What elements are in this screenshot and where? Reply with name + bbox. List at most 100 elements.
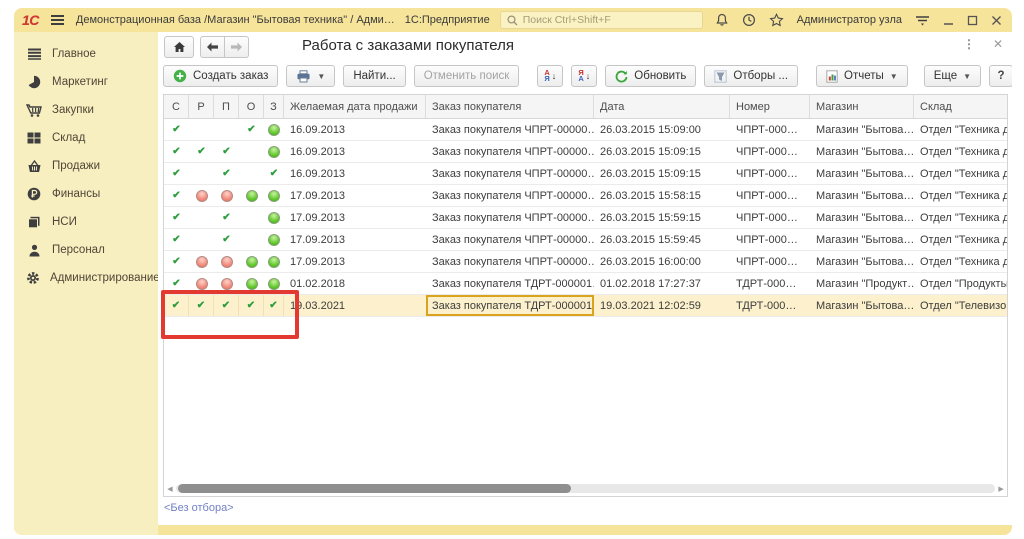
create-order-button[interactable]: Создать заказ (163, 65, 278, 87)
status-cell[interactable] (189, 207, 214, 228)
status-cell[interactable]: ✔ (164, 141, 189, 162)
cell-number[interactable]: ЧПРТ-000… (730, 185, 810, 206)
cell-desired_date[interactable]: 17.09.2013 (284, 185, 426, 206)
status-cell[interactable] (239, 163, 264, 184)
cell-store[interactable]: Магазин "Бытова… (810, 163, 914, 184)
reports-button[interactable]: Отчеты▼ (816, 65, 908, 87)
bell-icon[interactable] (715, 13, 729, 27)
history-icon[interactable] (742, 13, 756, 27)
cell-number[interactable]: ЧПРТ-000… (730, 207, 810, 228)
sidebar-item-8[interactable]: Персонал (14, 236, 158, 264)
status-cell[interactable]: ✔ (164, 273, 189, 294)
cell-number[interactable]: ТДРТ-000… (730, 273, 810, 294)
find-button[interactable]: Найти... (343, 65, 405, 87)
cell-store[interactable]: Магазин "Бытова… (810, 119, 914, 140)
cell-desired_date[interactable]: 01.02.2018 (284, 273, 426, 294)
column-header-7[interactable]: Заказ покупателя (426, 95, 594, 118)
status-cell[interactable] (189, 119, 214, 140)
status-cell[interactable]: ✔ (239, 295, 264, 316)
cell-desired_date[interactable]: 17.09.2013 (284, 229, 426, 250)
cell-desired_date[interactable]: 17.09.2013 (284, 251, 426, 272)
print-button[interactable]: ▼ (286, 65, 335, 87)
status-cell[interactable]: ✔ (214, 207, 239, 228)
cell-store[interactable]: Магазин "Бытова… (810, 141, 914, 162)
cell-warehouse[interactable]: Отдел "Техника д (914, 163, 1007, 184)
cell-order[interactable]: Заказ покупателя ЧПРТ-00000… (426, 251, 594, 272)
scrollbar-track[interactable] (176, 484, 995, 493)
forward-button[interactable] (224, 36, 249, 58)
status-cell[interactable]: ✔ (214, 163, 239, 184)
global-search-input[interactable]: Поиск Ctrl+Shift+F (500, 11, 703, 29)
sidebar-item-9[interactable]: Администрирование (14, 264, 158, 292)
cell-order[interactable]: Заказ покупателя ЧПРТ-00000… (426, 185, 594, 206)
cell-order[interactable]: Заказ покупателя ТДРТ-000001… (426, 295, 594, 316)
status-cell[interactable] (264, 119, 284, 140)
cell-store[interactable]: Магазин "Продукт… (810, 273, 914, 294)
cell-order[interactable]: Заказ покупателя ЧПРТ-00000… (426, 163, 594, 184)
cell-date[interactable]: 26.03.2015 15:09:15 (594, 163, 730, 184)
cell-date[interactable]: 19.03.2021 12:02:59 (594, 295, 730, 316)
table-row[interactable]: ✔✔16.09.2013Заказ покупателя ЧПРТ-00000…… (164, 119, 1007, 141)
status-cell[interactable] (264, 141, 284, 162)
sidebar-item-6[interactable]: Финансы (14, 180, 158, 208)
main-menu-icon[interactable] (49, 13, 66, 27)
status-cell[interactable]: ✔ (264, 163, 284, 184)
status-cell[interactable]: ✔ (264, 295, 284, 316)
status-cell[interactable] (189, 229, 214, 250)
cell-date[interactable]: 01.02.2018 17:27:37 (594, 273, 730, 294)
table-row[interactable]: ✔17.09.2013Заказ покупателя ЧПРТ-00000…2… (164, 251, 1007, 273)
sidebar-item-5[interactable]: Продажи (14, 152, 158, 180)
status-cell[interactable]: ✔ (164, 163, 189, 184)
status-cell[interactable] (189, 273, 214, 294)
cell-date[interactable]: 26.03.2015 15:09:15 (594, 141, 730, 162)
sidebar-item-7[interactable]: НСИ (14, 208, 158, 236)
table-row[interactable]: ✔✔✔✔✔19.03.2021Заказ покупателя ТДРТ-000… (164, 295, 1007, 317)
table-row[interactable]: ✔01.02.2018Заказ покупателя ТДРТ-000001…… (164, 273, 1007, 295)
status-cell[interactable]: ✔ (214, 141, 239, 162)
home-button[interactable] (164, 36, 194, 58)
cell-number[interactable]: ТДРТ-000… (730, 295, 810, 316)
cell-warehouse[interactable]: Отдел "Техника д (914, 229, 1007, 250)
column-header-3[interactable]: П (214, 95, 239, 118)
cell-warehouse[interactable]: Отдел "Продукты (914, 273, 1007, 294)
cell-number[interactable]: ЧПРТ-000… (730, 141, 810, 162)
cell-warehouse[interactable]: Отдел "Техника д (914, 185, 1007, 206)
column-header-1[interactable]: С (164, 95, 189, 118)
status-cell[interactable] (214, 185, 239, 206)
sidebar-item-2[interactable]: Маркетинг (14, 68, 158, 96)
status-cell[interactable] (239, 251, 264, 272)
cell-warehouse[interactable]: Отдел "Техника д (914, 207, 1007, 228)
column-header-4[interactable]: О (239, 95, 264, 118)
close-window-button[interactable] (991, 15, 1002, 26)
status-cell[interactable]: ✔ (164, 251, 189, 272)
status-cell[interactable] (214, 273, 239, 294)
cell-desired_date[interactable]: 19.03.2021 (284, 295, 426, 316)
table-row[interactable]: ✔✔✔16.09.2013Заказ покупателя ЧПРТ-00000… (164, 141, 1007, 163)
column-header-8[interactable]: Дата (594, 95, 730, 118)
scrollbar-thumb[interactable] (178, 484, 571, 493)
cell-number[interactable]: ЧПРТ-000… (730, 163, 810, 184)
column-header-5[interactable]: З (264, 95, 284, 118)
cell-warehouse[interactable]: Отдел "Телевизо (914, 295, 1007, 316)
cell-warehouse[interactable]: Отдел "Техника д (914, 251, 1007, 272)
status-cell[interactable]: ✔ (164, 119, 189, 140)
cell-order[interactable]: Заказ покупателя ЧПРТ-00000… (426, 207, 594, 228)
no-filter-link[interactable]: <Без отбора> (164, 502, 234, 514)
cell-store[interactable]: Магазин "Бытова… (810, 185, 914, 206)
sidebar-item-3[interactable]: Закупки (14, 96, 158, 124)
cell-store[interactable]: Магазин "Бытова… (810, 207, 914, 228)
cell-desired_date[interactable]: 16.09.2013 (284, 163, 426, 184)
column-header-6[interactable]: Желаемая дата продажи (284, 95, 426, 118)
status-cell[interactable] (239, 185, 264, 206)
cell-date[interactable]: 26.03.2015 15:58:15 (594, 185, 730, 206)
status-cell[interactable] (264, 185, 284, 206)
service-menu-icon[interactable] (915, 14, 930, 26)
cell-store[interactable]: Магазин "Бытова… (810, 229, 914, 250)
cell-store[interactable]: Магазин "Бытова… (810, 251, 914, 272)
cell-date[interactable]: 26.03.2015 15:09:00 (594, 119, 730, 140)
status-cell[interactable]: ✔ (214, 295, 239, 316)
sort-descending-button[interactable]: ЯА↓ (571, 65, 597, 87)
status-cell[interactable] (264, 251, 284, 272)
cell-number[interactable]: ЧПРТ-000… (730, 229, 810, 250)
scroll-left-icon[interactable]: ◀ (166, 485, 174, 493)
